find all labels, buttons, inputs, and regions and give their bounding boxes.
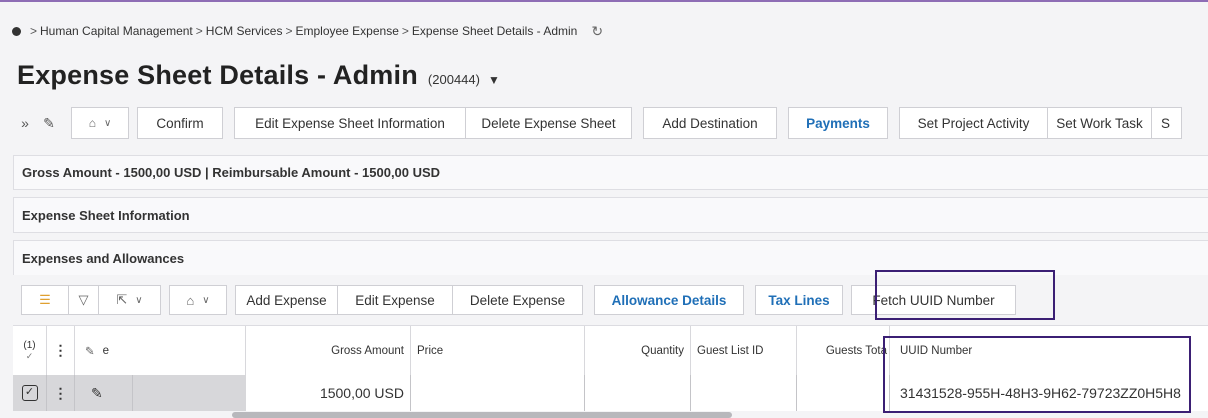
selected-count: (1) bbox=[23, 339, 36, 351]
column-header-guests-total[interactable]: Guests Tota bbox=[797, 326, 890, 375]
row-menu-icon[interactable]: ⋮ bbox=[47, 326, 75, 375]
edit-expense-button[interactable]: Edit Expense bbox=[338, 285, 453, 315]
delete-expense-button[interactable]: Delete Expense bbox=[453, 285, 583, 315]
amounts-summary-text: Gross Amount - 1500,00 USD | Reimbursabl… bbox=[22, 165, 441, 180]
column-header-price[interactable]: Price bbox=[411, 326, 585, 375]
bookmark-menu-button[interactable]: ⌂ ∨ bbox=[71, 107, 129, 139]
delete-expense-sheet-button[interactable]: Delete Expense Sheet bbox=[466, 107, 632, 139]
expense-sheet-information-panel[interactable]: Expense Sheet Information bbox=[13, 197, 1208, 233]
breadcrumb-separator: > bbox=[30, 24, 38, 38]
export-menu-button[interactable]: ⇱ ∨ bbox=[99, 285, 161, 315]
bookmark-menu-button[interactable]: ⌂ ∨ bbox=[169, 285, 227, 315]
horizontal-scrollbar[interactable] bbox=[232, 412, 732, 418]
price-cell bbox=[411, 375, 585, 411]
bookmark-icon: ⌂ bbox=[88, 116, 96, 130]
page-title-row: Expense Sheet Details - Admin (200444) ▼ bbox=[17, 60, 500, 91]
column-header-guest-list-id[interactable]: Guest List ID bbox=[691, 326, 797, 375]
payments-button[interactable]: Payments bbox=[788, 107, 888, 139]
chevron-down-icon: ∨ bbox=[202, 294, 210, 306]
set-project-activity-button[interactable]: Set Project Activity bbox=[899, 107, 1048, 139]
uuid-column-highlight-box bbox=[883, 336, 1191, 413]
fetch-uuid-highlight-box bbox=[875, 270, 1055, 320]
list-icon[interactable]: ☰ bbox=[21, 285, 69, 315]
expand-icon[interactable]: » bbox=[13, 115, 37, 131]
description-cell bbox=[133, 375, 246, 411]
row-menu-icon[interactable]: ⋮ bbox=[47, 375, 75, 411]
home-dot-icon[interactable] bbox=[12, 26, 21, 36]
chevron-down-icon: ∨ bbox=[135, 294, 143, 306]
add-destination-button[interactable]: Add Destination bbox=[643, 107, 777, 139]
checkbox-checked-icon: ✓ bbox=[21, 385, 38, 401]
filter-icon[interactable]: ▽ bbox=[69, 285, 99, 315]
set-work-task-button[interactable]: Set Work Task bbox=[1048, 107, 1152, 139]
top-accent-line bbox=[0, 0, 1208, 2]
row-checkbox[interactable]: ✓ bbox=[13, 375, 47, 411]
paperclip-icon: ✎ bbox=[85, 345, 95, 358]
guests-total-cell bbox=[797, 375, 890, 411]
gross-amount-cell: 1500,00 USD bbox=[246, 375, 411, 411]
edit-expense-sheet-information-button[interactable]: Edit Expense Sheet Information bbox=[234, 107, 466, 139]
paperclip-icon[interactable]: ✎ bbox=[37, 115, 61, 132]
expenses-and-allowances-title: Expenses and Allowances bbox=[22, 250, 185, 266]
guest-list-id-cell bbox=[691, 375, 797, 411]
breadcrumb-item-current: Expense Sheet Details - Admin bbox=[411, 24, 578, 38]
column-header-description[interactable]: ✎ e bbox=[75, 326, 246, 375]
expenses-toolbar: ☰ ▽ ⇱ ∨ ⌂ ∨ Add Expense Edit Expense Del… bbox=[13, 285, 1016, 315]
breadcrumb-item-hcm-services[interactable]: HCM Services bbox=[206, 24, 283, 38]
allowance-details-button[interactable]: Allowance Details bbox=[594, 285, 744, 315]
column-header-gross-amount[interactable]: Gross Amount bbox=[246, 326, 411, 375]
amounts-summary-panel: Gross Amount - 1500,00 USD | Reimbursabl… bbox=[13, 155, 1208, 190]
page-title: Expense Sheet Details - Admin bbox=[17, 60, 418, 90]
overflow-button[interactable]: S bbox=[1152, 107, 1182, 139]
chevron-down-icon[interactable]: ▼ bbox=[488, 73, 500, 87]
add-expense-button[interactable]: Add Expense bbox=[235, 285, 338, 315]
breadcrumb-separator: > bbox=[401, 24, 409, 38]
column-header-quantity[interactable]: Quantity bbox=[585, 326, 691, 375]
export-icon: ⇱ bbox=[116, 292, 128, 307]
main-toolbar: » ✎ ⌂ ∨ Confirm Edit Expense Sheet Infor… bbox=[13, 107, 1182, 139]
attachment-icon[interactable]: ✎ bbox=[75, 375, 133, 411]
refresh-icon[interactable]: ↻ bbox=[591, 23, 603, 40]
breadcrumb-item-hcm[interactable]: Human Capital Management bbox=[40, 24, 193, 38]
chevron-down-icon: ∨ bbox=[103, 117, 112, 129]
select-all-column[interactable]: (1) ✓ bbox=[13, 326, 47, 375]
confirm-button[interactable]: Confirm bbox=[137, 107, 223, 139]
quantity-cell bbox=[585, 375, 691, 411]
breadcrumb-item-employee-expense[interactable]: Employee Expense bbox=[295, 24, 398, 38]
check-icon: ✓ bbox=[25, 350, 34, 361]
breadcrumb-separator: > bbox=[285, 24, 293, 38]
tax-lines-button[interactable]: Tax Lines bbox=[755, 285, 843, 315]
column-header-label: e bbox=[102, 344, 110, 357]
breadcrumb-separator: > bbox=[195, 24, 203, 38]
expense-sheet-information-title: Expense Sheet Information bbox=[22, 207, 190, 223]
bookmark-icon: ⌂ bbox=[186, 292, 195, 308]
record-id: (200444) bbox=[427, 72, 480, 87]
breadcrumb: > Human Capital Management > HCM Service… bbox=[0, 14, 603, 48]
